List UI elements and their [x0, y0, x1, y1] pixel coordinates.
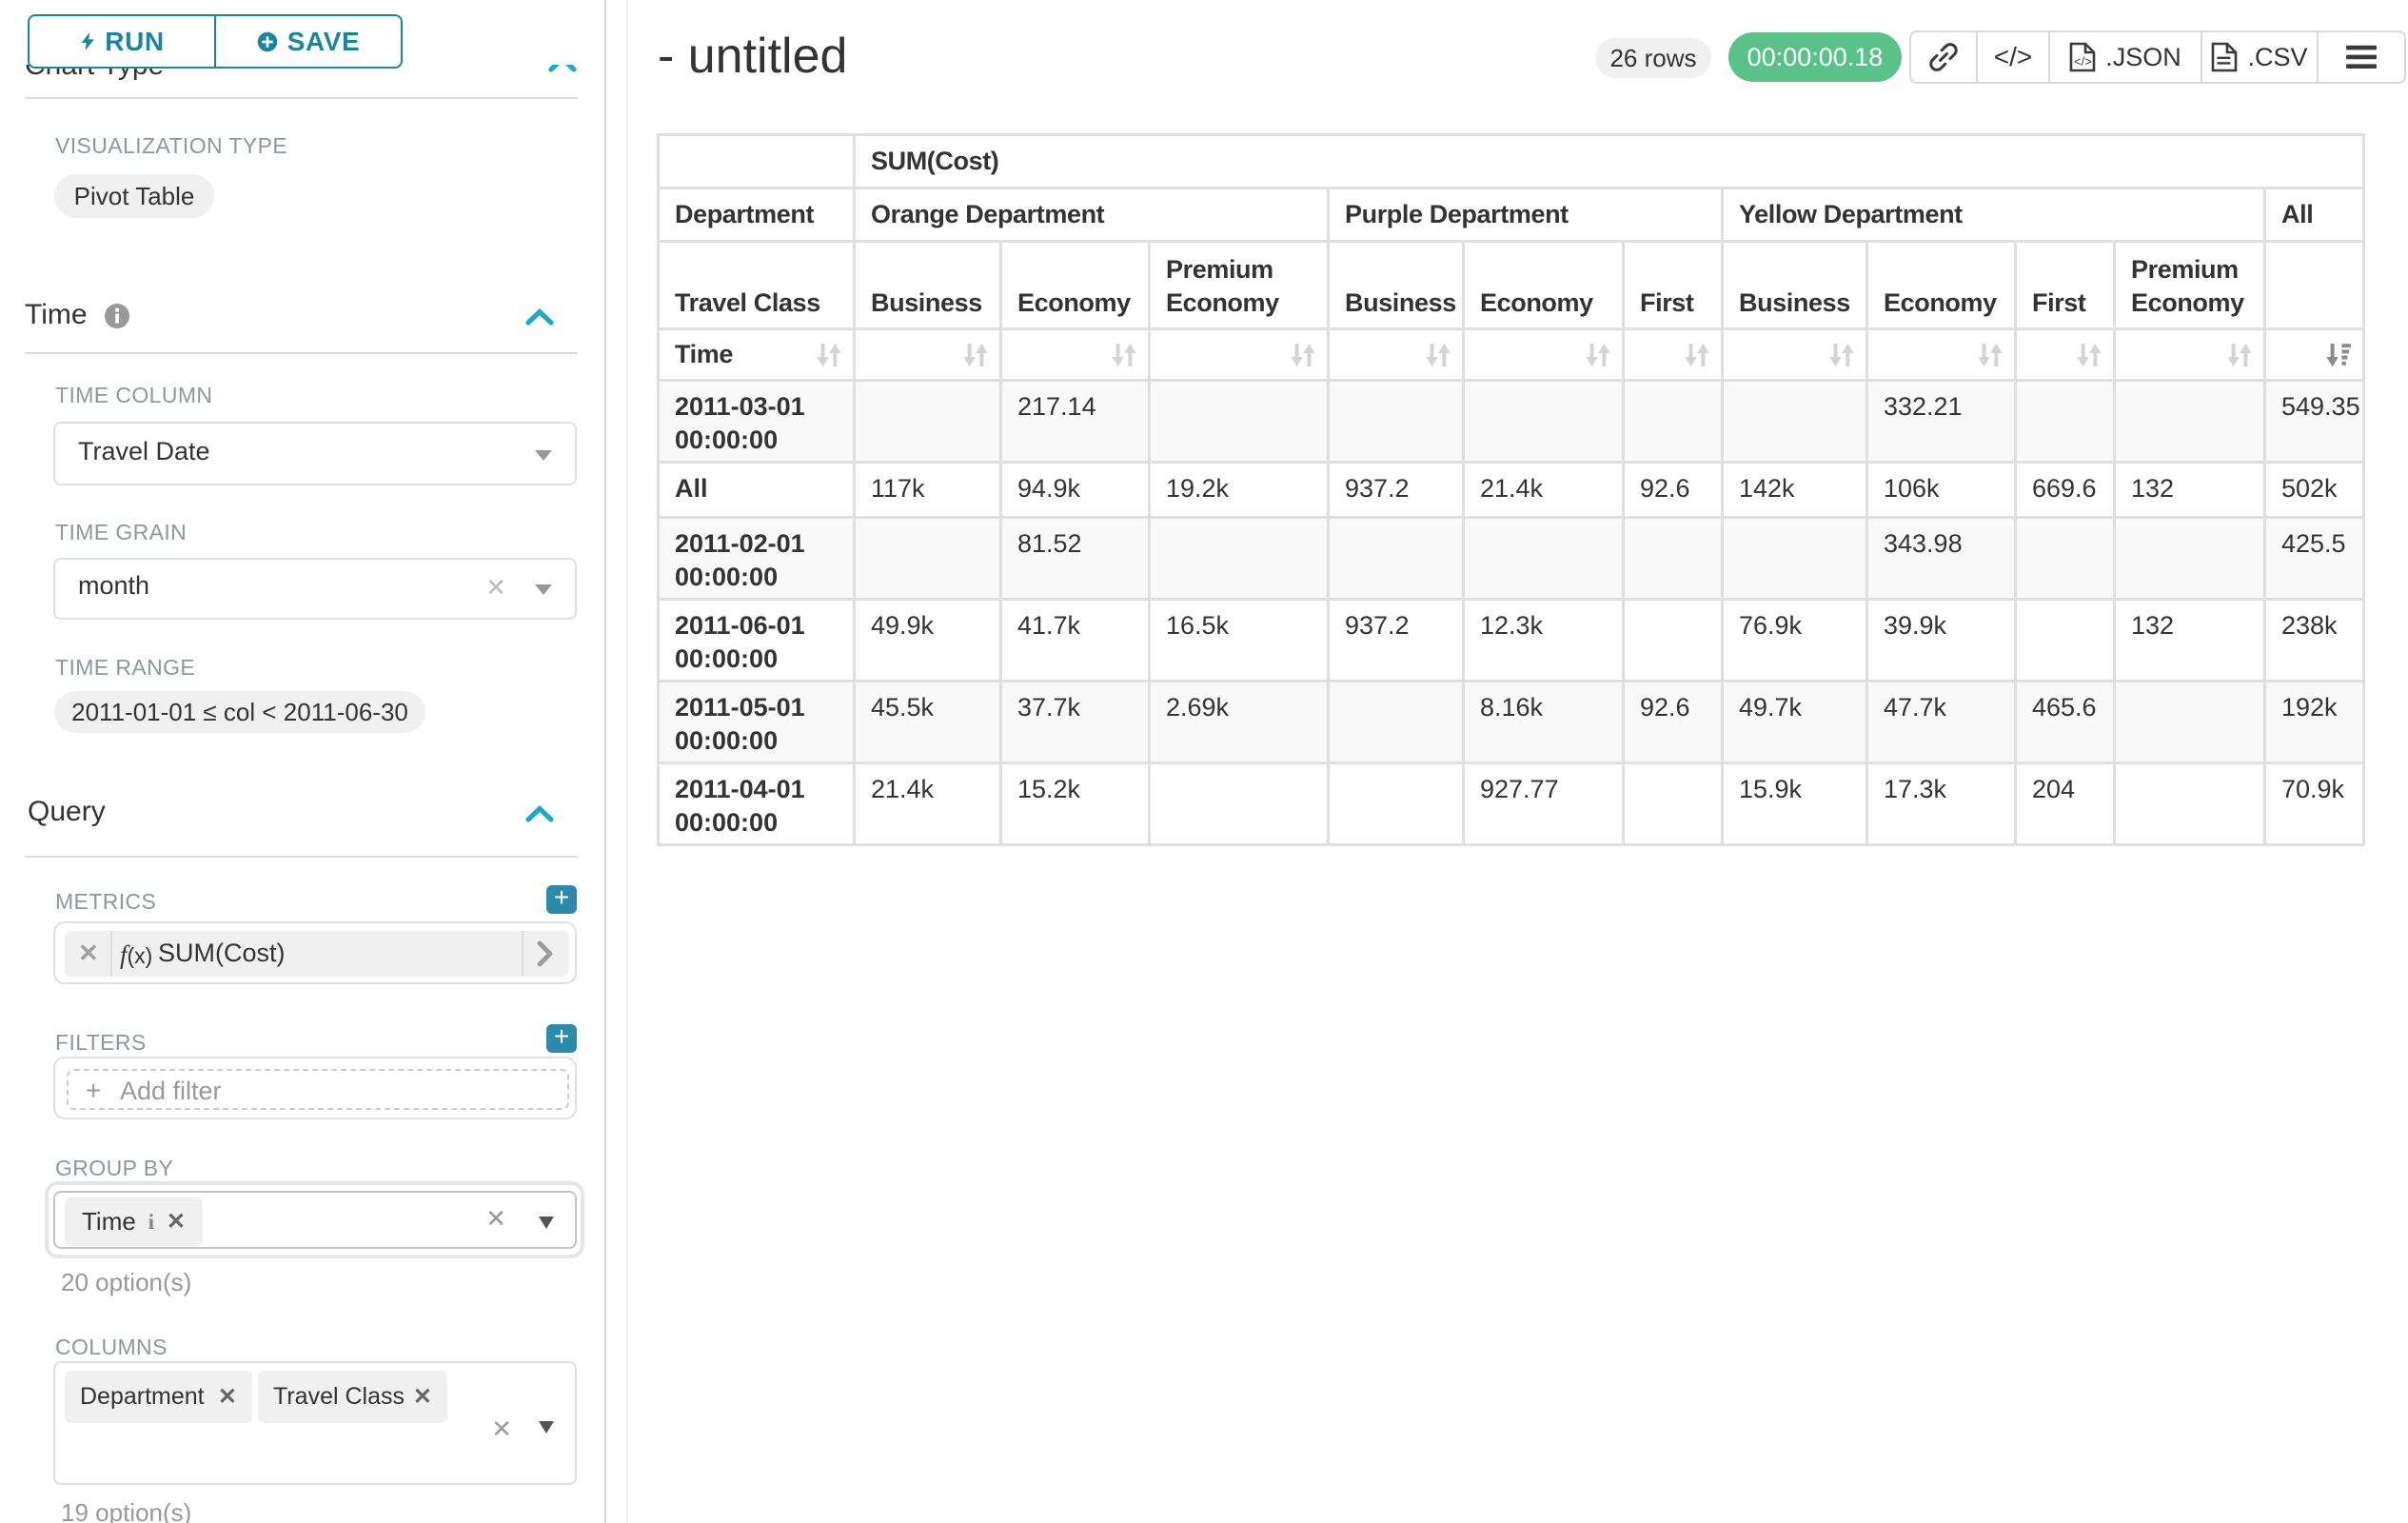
- svg-text:</>: </>: [2074, 54, 2092, 69]
